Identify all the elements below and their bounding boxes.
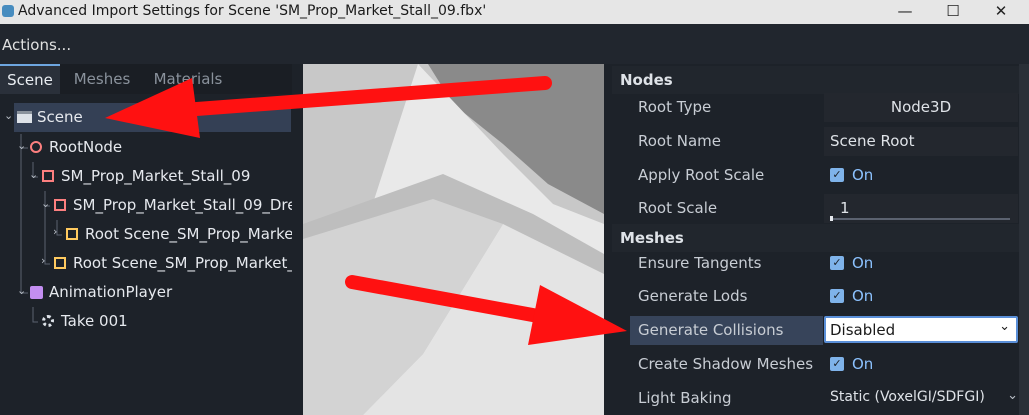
prop-root-type: Root Type Node3D <box>628 91 1029 124</box>
root-type-button[interactable]: Node3D <box>824 93 1018 122</box>
chevron-right-icon[interactable]: › <box>53 225 57 238</box>
mesh-instance-icon <box>54 199 66 211</box>
node3d-icon <box>30 141 42 153</box>
generate-collisions-value: Disabled <box>830 321 896 339</box>
root-scale-spinslider[interactable]: 1 <box>824 194 1018 223</box>
section-title: Nodes <box>620 71 673 89</box>
3d-preview-viewport[interactable] <box>303 64 604 415</box>
tree-item-root-scene-2[interactable]: › Root Scene_SM_Prop_Market_ <box>0 249 292 278</box>
create-shadow-meshes-value: On <box>852 355 874 373</box>
root-type-value: Node3D <box>890 98 952 116</box>
prop-root-scale: Root Scale 1 <box>628 192 1029 225</box>
prop-label: Ensure Tangents <box>638 254 762 272</box>
checkbox-checked-icon[interactable]: ✓ <box>830 256 844 270</box>
animation-player-icon <box>30 286 43 299</box>
menu-bar: Actions... <box>0 24 1029 64</box>
chevron-down-icon[interactable]: ⌄ <box>41 197 50 210</box>
light-baking-value: Static (VoxelGI/SDFGI) <box>830 389 985 405</box>
tree-item-label: RootNode <box>49 138 123 156</box>
chevron-down-icon: ⌄ <box>1007 388 1018 403</box>
animation-icon <box>42 315 54 327</box>
checkbox-checked-icon[interactable]: ✓ <box>830 357 844 371</box>
root-scale-value: 1 <box>840 199 850 217</box>
prop-generate-lods: Generate Lods ✓ On <box>628 280 1029 313</box>
tree-item-label: SM_Prop_Market_Stall_09_Dre <box>73 196 292 214</box>
prop-root-name: Root Name Scene Root <box>628 125 1029 158</box>
tree-item-label: Take 001 <box>61 312 128 330</box>
mesh-preview-render <box>303 64 604 415</box>
tree-item-label: AnimationPlayer <box>49 283 173 301</box>
prop-label: Create Shadow Meshes <box>638 355 814 373</box>
window-title: Advanced Import Settings for Scene 'SM_P… <box>18 3 487 19</box>
chevron-down-icon[interactable]: ⌄ <box>4 109 13 122</box>
slider-grabber[interactable] <box>830 216 833 221</box>
prop-label: Root Name <box>638 132 722 150</box>
section-title: Meshes <box>620 229 684 247</box>
tree-item-label: Root Scene_SM_Prop_Market_ <box>73 254 292 272</box>
prop-label: Light Baking <box>638 389 732 407</box>
root-name-field[interactable]: Scene Root <box>824 127 1018 156</box>
light-baking-dropdown[interactable]: Static (VoxelGI/SDFGI) ⌄ <box>824 384 1018 413</box>
apply-root-scale-value: On <box>852 166 874 184</box>
close-button[interactable]: ✕ <box>978 0 1024 24</box>
prop-apply-root-scale: Apply Root Scale ✓ On <box>628 159 1029 192</box>
scene-tree: ⌄ Scene ⌄ RootNode ⌄ SM_Prop_Market_Stal… <box>0 94 292 415</box>
tab-meshes[interactable]: Meshes <box>62 64 142 94</box>
ensure-tangents-value: On <box>852 254 874 272</box>
mesh-instance-icon <box>42 170 54 182</box>
tree-item-scene[interactable]: ⌄ Scene <box>4 103 291 132</box>
tree-item-animationplayer[interactable]: ⌄ AnimationPlayer <box>0 278 292 307</box>
prop-label: Generate Lods <box>638 287 748 305</box>
prop-label: Generate Collisions <box>638 321 784 339</box>
prop-ensure-tangents: Ensure Tangents ✓ On <box>628 247 1029 280</box>
section-nodes[interactable]: Nodes <box>612 66 1029 94</box>
checkbox-checked-icon[interactable]: ✓ <box>830 168 844 182</box>
minimize-button[interactable]: — <box>882 0 928 24</box>
static-body-icon <box>66 228 78 240</box>
tab-bar: Scene Meshes Materials <box>0 64 292 94</box>
checkbox-checked-icon[interactable]: ✓ <box>830 289 844 303</box>
tab-scene[interactable]: Scene <box>0 64 60 94</box>
slider-track[interactable] <box>830 218 1010 220</box>
tab-materials[interactable]: Materials <box>144 64 232 94</box>
actions-menu[interactable]: Actions... <box>2 36 71 54</box>
inspector-scrollbar[interactable] <box>1019 64 1029 415</box>
generate-lods-value: On <box>852 287 874 305</box>
chevron-down-icon[interactable]: ⌄ <box>29 168 38 181</box>
tree-item-label: Root Scene_SM_Prop_Marke <box>85 225 292 243</box>
clapperboard-icon <box>17 111 32 123</box>
prop-create-shadow-meshes: Create Shadow Meshes ✓ On <box>628 348 1029 381</box>
prop-label: Apply Root Scale <box>638 166 765 184</box>
chevron-down-icon[interactable]: ⌄ <box>17 139 26 152</box>
window-titlebar: Advanced Import Settings for Scene 'SM_P… <box>0 0 1029 24</box>
godot-app-icon <box>2 5 14 17</box>
tree-item-rootnode[interactable]: ⌄ RootNode <box>0 133 292 162</box>
prop-light-baking: Light Baking Static (VoxelGI/SDFGI) ⌄ <box>628 382 1029 415</box>
tree-item-root-scene-1[interactable]: › Root Scene_SM_Prop_Marke <box>0 220 292 249</box>
generate-collisions-dropdown[interactable]: Disabled ⌄ <box>824 316 1018 343</box>
tree-item-sm-prop-market-stall-dre[interactable]: ⌄ SM_Prop_Market_Stall_09_Dre <box>0 191 292 220</box>
maximize-button[interactable]: ☐ <box>930 0 976 24</box>
import-inspector: Nodes Root Type Node3D Root Name Scene R… <box>612 64 1029 415</box>
root-name-value: Scene Root <box>830 132 915 150</box>
chevron-down-icon[interactable]: ⌄ <box>17 284 26 297</box>
chevron-right-icon[interactable]: › <box>41 254 45 267</box>
tree-item-sm-prop-market-stall[interactable]: ⌄ SM_Prop_Market_Stall_09 <box>0 162 292 191</box>
tree-item-label: SM_Prop_Market_Stall_09 <box>61 167 251 185</box>
static-body-icon <box>54 257 66 269</box>
tree-item-take-001[interactable]: Take 001 <box>0 307 292 336</box>
chevron-down-icon: ⌄ <box>999 319 1010 334</box>
prop-generate-collisions: Generate Collisions Disabled ⌄ <box>628 314 1029 347</box>
prop-label: Root Type <box>638 98 712 116</box>
prop-label: Root Scale <box>638 199 718 217</box>
tree-item-label: Scene <box>37 108 83 126</box>
